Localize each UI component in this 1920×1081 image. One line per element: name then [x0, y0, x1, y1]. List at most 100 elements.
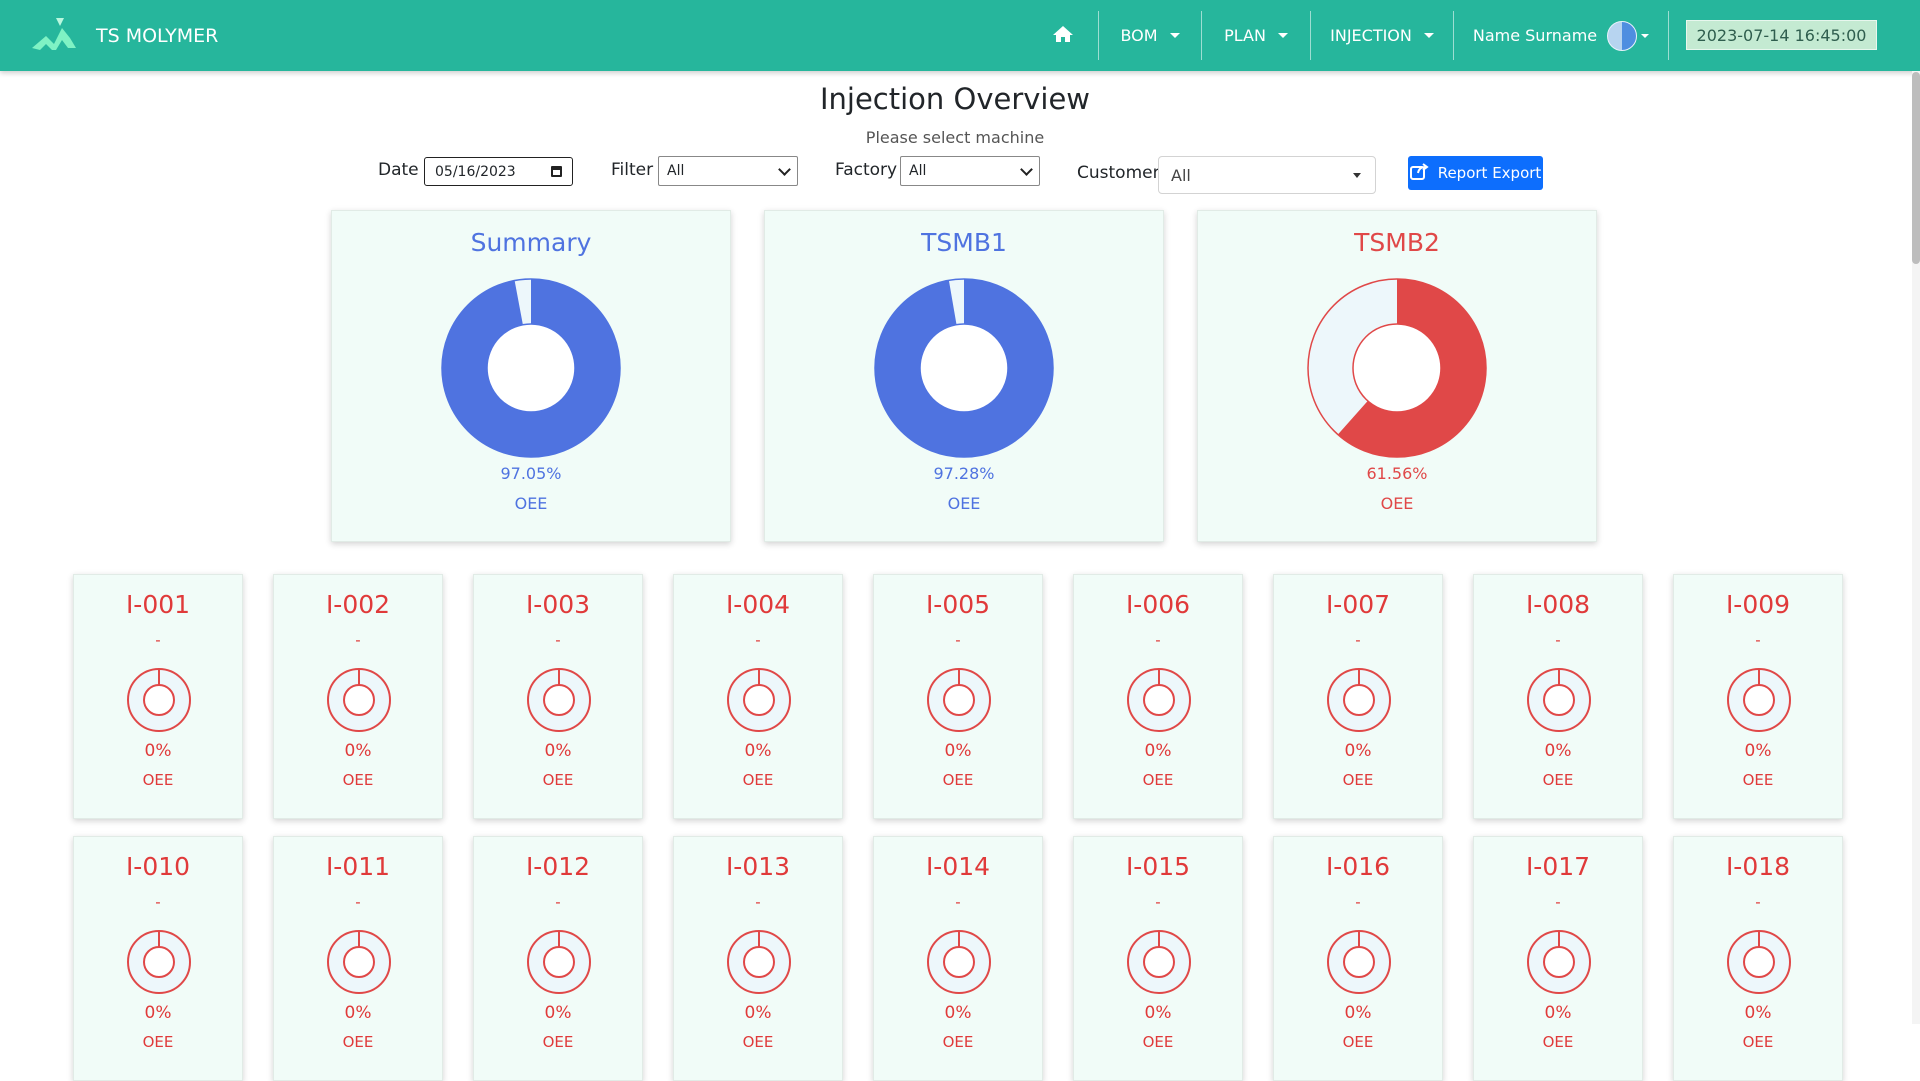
- machine-id: I-011: [325, 852, 391, 881]
- oee-label: OEE: [1542, 771, 1574, 789]
- oee-donut-chart: [1727, 930, 1791, 994]
- page-title: Injection Overview: [819, 82, 1091, 116]
- oee-label: OEE: [1542, 1033, 1574, 1051]
- machine-id: I-005: [925, 590, 991, 619]
- machine-card[interactable]: I-003 - 0% OEE: [473, 574, 643, 819]
- oee-donut-chart: [727, 930, 791, 994]
- machine-id: I-007: [1325, 590, 1391, 619]
- customer-label: Customer: [1077, 163, 1160, 183]
- machine-card[interactable]: I-016 - 0% OEE: [1273, 836, 1443, 1081]
- oee-label: OEE: [514, 494, 548, 513]
- oee-value: 0%: [544, 1003, 572, 1023]
- machine-card[interactable]: I-002 - 0% OEE: [273, 574, 443, 819]
- oee-value: 0%: [1344, 741, 1372, 761]
- machine-id: I-006: [1125, 590, 1191, 619]
- oee-donut-chart: [1527, 930, 1591, 994]
- machine-card[interactable]: I-005 - 0% OEE: [873, 574, 1043, 819]
- date-value: 05/16/2023: [435, 163, 516, 180]
- machine-card[interactable]: I-018 - 0% OEE: [1673, 836, 1843, 1081]
- report-export-button[interactable]: Report Export: [1408, 156, 1543, 190]
- oee-summary-card[interactable]: Summary 97.05% OEE: [331, 210, 731, 542]
- oee-label: OEE: [1142, 771, 1174, 789]
- nav-divider: [1668, 11, 1669, 60]
- machine-card[interactable]: I-013 - 0% OEE: [673, 836, 843, 1081]
- oee-summary-card[interactable]: TSMB1 97.28% OEE: [764, 210, 1164, 542]
- oee-label: OEE: [742, 771, 774, 789]
- machine-status: -: [755, 631, 761, 649]
- machine-card[interactable]: I-017 - 0% OEE: [1473, 836, 1643, 1081]
- machine-card[interactable]: I-014 - 0% OEE: [873, 836, 1043, 1081]
- brand-name: TS MOLYMER: [96, 25, 219, 47]
- caret-down-icon: [1169, 33, 1180, 38]
- user-menu-dropdown[interactable]: Name Surname: [1454, 0, 1668, 71]
- oee-label: OEE: [342, 771, 374, 789]
- date-input[interactable]: 05/16/2023: [424, 157, 573, 186]
- machine-card[interactable]: I-004 - 0% OEE: [673, 574, 843, 819]
- machine-card[interactable]: I-009 - 0% OEE: [1673, 574, 1843, 819]
- customer-select[interactable]: All: [1158, 156, 1376, 194]
- oee-label: OEE: [742, 1033, 774, 1051]
- filter-label: Filter: [611, 160, 654, 180]
- oee-label: OEE: [947, 494, 981, 513]
- machine-card[interactable]: I-007 - 0% OEE: [1273, 574, 1443, 819]
- filter-select-value: All: [667, 163, 685, 179]
- machine-card[interactable]: I-010 - 0% OEE: [73, 836, 243, 1081]
- oee-value: 61.56%: [1366, 464, 1428, 483]
- machine-status: -: [1555, 631, 1561, 649]
- oee-value: 0%: [544, 741, 572, 761]
- filter-select[interactable]: All: [658, 156, 798, 186]
- oee-value: 0%: [1344, 1003, 1372, 1023]
- oee-value: 0%: [144, 741, 172, 761]
- oee-label: OEE: [142, 1033, 174, 1051]
- machine-id: I-003: [525, 590, 591, 619]
- oee-donut-chart: [1527, 668, 1591, 732]
- home-icon: [1052, 25, 1074, 47]
- oee-summary-card[interactable]: TSMB2 61.56% OEE: [1197, 210, 1597, 542]
- oee-donut-chart: [1127, 930, 1191, 994]
- machine-status: -: [1755, 893, 1761, 911]
- calendar-icon[interactable]: [551, 166, 562, 177]
- machine-id: I-015: [1125, 852, 1191, 881]
- oee-label: OEE: [1380, 494, 1414, 513]
- scrollbar-thumb[interactable]: [1912, 72, 1920, 264]
- machine-status: -: [1355, 893, 1361, 911]
- machine-card[interactable]: I-012 - 0% OEE: [473, 836, 643, 1081]
- machine-status: -: [1555, 893, 1561, 911]
- oee-value: 0%: [744, 741, 772, 761]
- machine-status: -: [1755, 631, 1761, 649]
- chevron-down-icon: [1020, 162, 1033, 176]
- oee-label: OEE: [942, 1033, 974, 1051]
- current-datetime: 2023-07-14 16:45:00: [1686, 20, 1877, 50]
- card-title: Summary: [470, 228, 592, 257]
- machine-id: I-018: [1725, 852, 1791, 881]
- machine-status: -: [1355, 631, 1361, 649]
- machine-id: I-014: [925, 852, 991, 881]
- top-navbar: TS MOLYMER BOM PLAN INJECTION Name Surna…: [0, 0, 1920, 71]
- avatar: [1607, 20, 1638, 51]
- machine-card[interactable]: I-015 - 0% OEE: [1073, 836, 1243, 1081]
- nav-home[interactable]: [1040, 0, 1085, 71]
- machine-card[interactable]: I-006 - 0% OEE: [1073, 574, 1243, 819]
- machine-status: -: [155, 631, 161, 649]
- machine-status: -: [555, 631, 561, 649]
- machine-id: I-017: [1525, 852, 1591, 881]
- oee-donut-chart: [127, 668, 191, 732]
- oee-donut-chart: [927, 930, 991, 994]
- brand[interactable]: TS MOLYMER: [30, 14, 218, 58]
- machine-id: I-002: [325, 590, 391, 619]
- machine-card[interactable]: I-001 - 0% OEE: [73, 574, 243, 819]
- oee-label: OEE: [542, 771, 574, 789]
- machine-card[interactable]: I-008 - 0% OEE: [1473, 574, 1643, 819]
- machine-id: I-009: [1725, 590, 1791, 619]
- factory-select[interactable]: All: [900, 156, 1040, 186]
- machine-status: -: [355, 893, 361, 911]
- machine-card[interactable]: I-011 - 0% OEE: [273, 836, 443, 1081]
- oee-value: 97.05%: [500, 464, 562, 483]
- oee-label: OEE: [942, 771, 974, 789]
- oee-value: 0%: [344, 1003, 372, 1023]
- oee-label: OEE: [142, 771, 174, 789]
- nav-bom-dropdown[interactable]: BOM: [1099, 0, 1201, 71]
- caret-down-icon: [1641, 33, 1650, 38]
- nav-plan-dropdown[interactable]: PLAN: [1202, 0, 1310, 71]
- nav-injection-dropdown[interactable]: INJECTION: [1311, 0, 1453, 71]
